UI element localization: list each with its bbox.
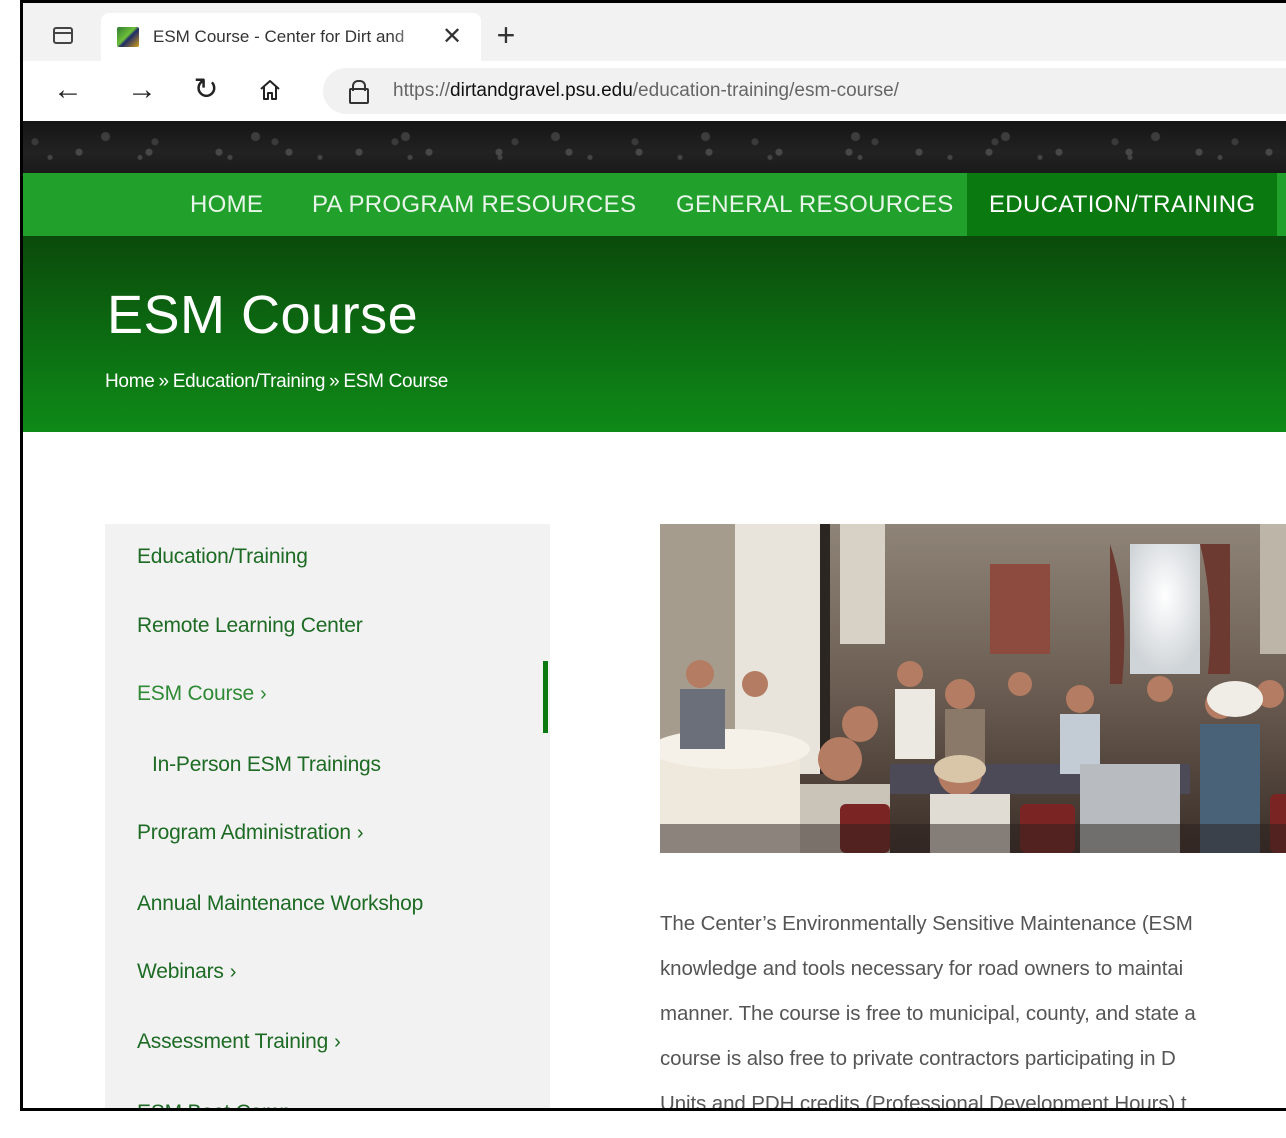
nav-item-home[interactable]: HOME — [190, 173, 263, 236]
sidebar-item-label: ESM Course — [137, 682, 255, 705]
home-icon[interactable] — [253, 73, 287, 107]
forward-arrow-icon[interactable]: → — [125, 73, 159, 107]
sidebar-item-webinars[interactable]: Webinars › — [137, 960, 236, 984]
url-host: dirtandgravel.psu.edu — [450, 80, 633, 101]
sidebar-item-esm-boot-camp[interactable]: ESM Boot Camp — [137, 1101, 291, 1108]
breadcrumb-home[interactable]: Home — [105, 371, 155, 392]
page-title: ESM Course — [107, 285, 419, 345]
browser-window: ESM Course - Center for Dirt and ✕ + ← →… — [20, 0, 1286, 1111]
sidebar-item-esm-course[interactable]: ESM Course › — [137, 682, 267, 706]
sidebar-item-education-training[interactable]: Education/Training — [137, 545, 308, 569]
main-navigation: HOME PA PROGRAM RESOURCES GENERAL RESOUR… — [23, 173, 1286, 236]
chevron-right-icon: › — [260, 683, 267, 705]
sidebar-item-label: Webinars — [137, 960, 224, 983]
nav-item-general-resources[interactable]: GENERAL RESOURCES — [676, 173, 954, 236]
back-arrow-icon[interactable]: ← — [51, 73, 85, 107]
url-text: https://dirtandgravel.psu.edu/education-… — [393, 80, 899, 102]
sidebar-item-assessment-training[interactable]: Assessment Training › — [137, 1030, 341, 1054]
nav-item-education-training[interactable]: EDUCATION/TRAINING — [967, 173, 1278, 236]
breadcrumb-education-training[interactable]: Education/Training — [173, 371, 326, 392]
page-title-banner: ESM Course Home» Education/Training» ESM C… — [23, 236, 1286, 432]
sidebar-item-label: Remote Learning Center — [137, 614, 363, 637]
course-description: The Center’s Environmentally Sensitive M… — [660, 901, 1286, 1111]
breadcrumb-current: ESM Course — [343, 371, 449, 392]
close-tab-icon[interactable]: ✕ — [439, 22, 465, 52]
sidebar-menu: Education/Training Remote Learning Cente… — [105, 524, 550, 1108]
course-photo — [660, 524, 1286, 853]
description-line: manner. The course is free to municipal,… — [660, 1002, 1196, 1025]
active-item-indicator — [543, 661, 548, 733]
browser-tab[interactable]: ESM Course - Center for Dirt and ✕ — [101, 13, 481, 61]
sidebar-item-label: Annual Maintenance Workshop — [137, 892, 424, 915]
breadcrumb: Home» Education/Training» ESM Course — [105, 371, 448, 393]
new-tab-button[interactable]: + — [491, 19, 521, 51]
tab-title: ESM Course - Center for Dirt and — [153, 27, 405, 46]
nav-item-pa-program-resources[interactable]: PA PROGRAM RESOURCES — [312, 173, 636, 236]
sidebar-item-label: Assessment Training — [137, 1030, 329, 1053]
breadcrumb-separator: » — [158, 371, 169, 392]
url-path: /education-training/esm-course/ — [632, 80, 899, 101]
breadcrumb-separator: » — [329, 371, 340, 392]
site-favicon-icon — [117, 27, 139, 47]
sidebar-item-in-person-esm-trainings[interactable]: In-Person ESM Trainings — [152, 753, 381, 777]
header-background-image — [23, 121, 1286, 173]
address-bar[interactable]: https://dirtandgravel.psu.edu/education-… — [323, 68, 1286, 114]
sidebar-item-annual-maintenance-workshop[interactable]: Annual Maintenance Workshop — [137, 892, 423, 916]
classroom-photo-illustration — [660, 524, 1286, 853]
reload-icon[interactable]: ↻ — [189, 73, 223, 107]
chevron-right-icon: › — [356, 822, 364, 844]
sidebar-item-label: ESM Boot Camp — [137, 1101, 291, 1108]
sidebar-item-label: Education/Training — [137, 545, 308, 568]
description-line: knowledge and tools necessary for road o… — [660, 957, 1184, 980]
lock-icon[interactable] — [349, 80, 369, 104]
chevron-right-icon: › — [334, 1031, 341, 1053]
description-line: The Center’s Environmentally Sensitive M… — [660, 912, 1193, 935]
sidebar-item-label: Program Administration — [137, 821, 351, 844]
browser-toolbar: ← → ↻ https://dirtandgravel.psu.edu/educ… — [23, 61, 1286, 121]
description-line: Units and PDH credits (Professional Deve… — [660, 1092, 1187, 1111]
tab-bar: ESM Course - Center for Dirt and ✕ + — [23, 3, 1286, 70]
sidebar-item-program-administration[interactable]: Program Administration › — [137, 821, 364, 845]
chevron-right-icon: › — [229, 961, 237, 983]
tab-actions-icon[interactable] — [53, 27, 73, 44]
sidebar-item-remote-learning-center[interactable]: Remote Learning Center — [137, 614, 363, 638]
url-scheme: https:// — [393, 80, 451, 101]
sidebar-item-label: In-Person ESM Trainings — [152, 753, 381, 776]
description-line: course is also free to private contracto… — [660, 1047, 1176, 1070]
